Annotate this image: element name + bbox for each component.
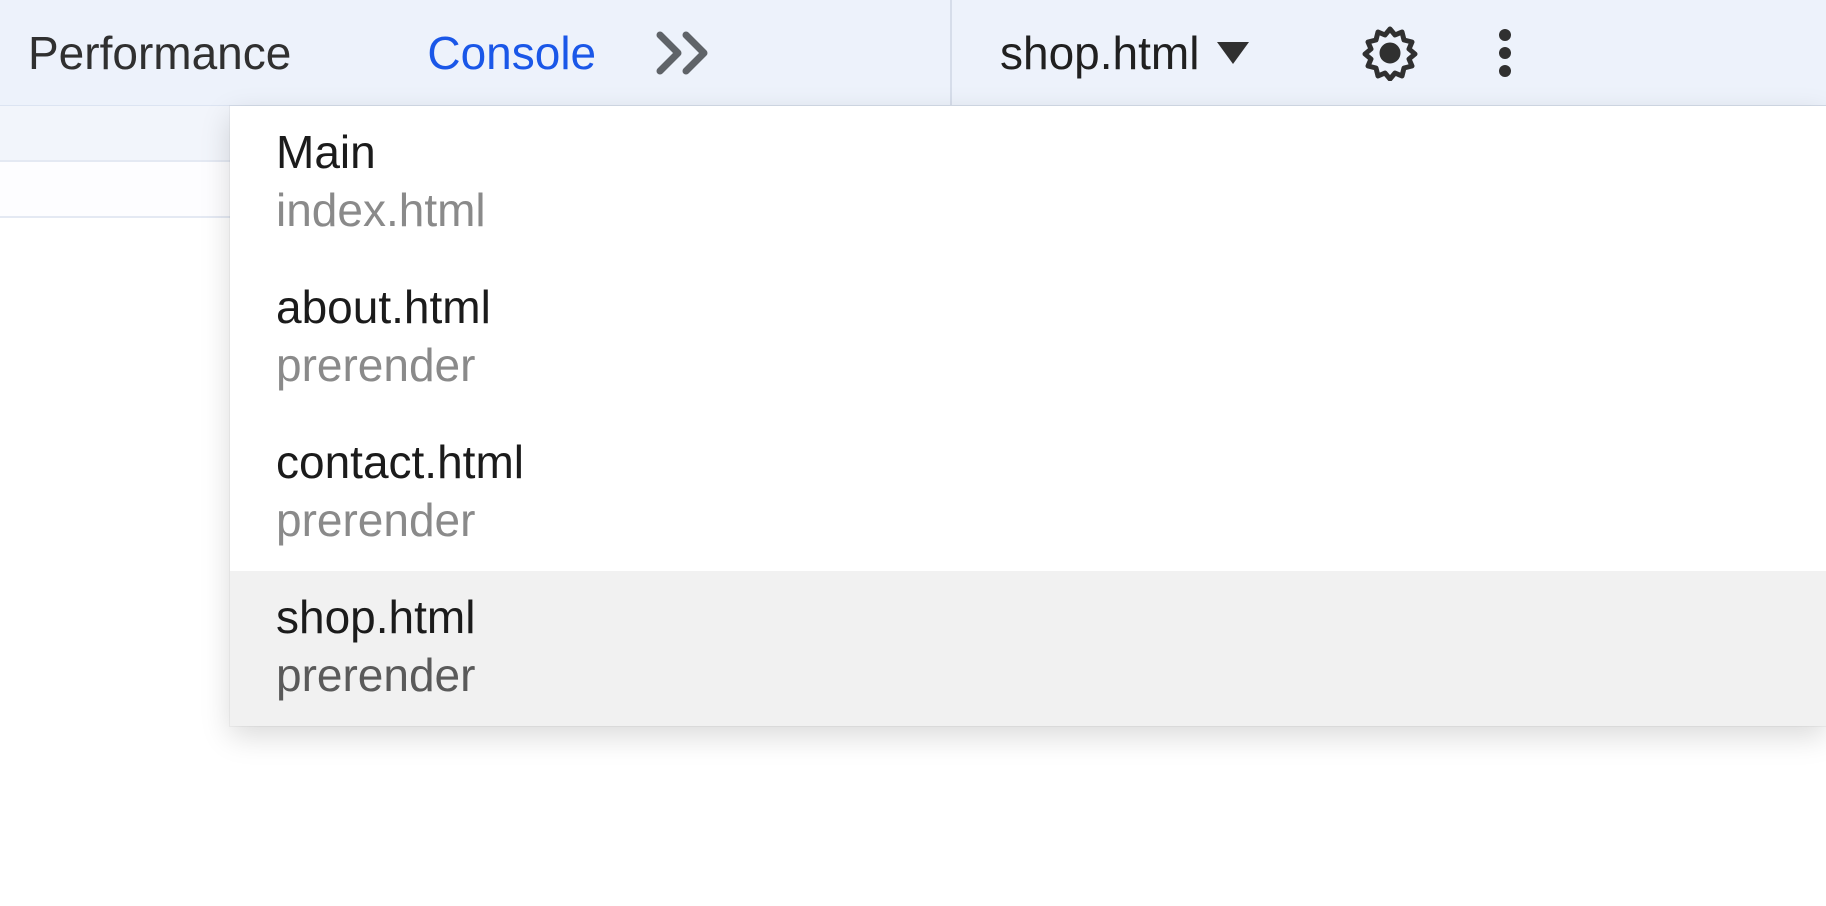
target-option-subtitle: prerender (276, 647, 1780, 705)
panel-row (0, 162, 230, 218)
target-option-subtitle: index.html (276, 182, 1780, 240)
toolbar-divider (950, 0, 952, 105)
target-selector[interactable]: shop.html (1000, 0, 1249, 105)
gear-icon (1362, 25, 1418, 81)
target-option-title: shop.html (276, 589, 1780, 647)
target-option-contact[interactable]: contact.html prerender (230, 416, 1826, 571)
caret-down-icon (1217, 42, 1249, 64)
target-option-title: contact.html (276, 434, 1780, 492)
chevron-double-right-icon (654, 29, 718, 77)
devtools-toolbar: Performance Console shop.html (0, 0, 1826, 106)
more-tabs-button[interactable] (654, 0, 718, 105)
tab-performance-label: Performance (28, 26, 291, 80)
target-dropdown: Main index.html about.html prerender con… (230, 106, 1826, 726)
target-option-title: Main (276, 124, 1780, 182)
settings-button[interactable] (1350, 0, 1430, 105)
panel-row (0, 106, 230, 162)
target-option-main[interactable]: Main index.html (230, 106, 1826, 261)
tab-console-label: Console (427, 26, 596, 80)
target-option-shop[interactable]: shop.html prerender (230, 571, 1826, 726)
target-option-about[interactable]: about.html prerender (230, 261, 1826, 416)
target-selector-label: shop.html (1000, 26, 1199, 80)
target-option-subtitle: prerender (276, 492, 1780, 550)
tab-console[interactable]: Console (399, 0, 624, 105)
tab-performance[interactable]: Performance (0, 0, 319, 105)
target-option-subtitle: prerender (276, 337, 1780, 395)
kebab-menu-icon (1497, 25, 1513, 81)
more-options-button[interactable] (1470, 0, 1540, 105)
target-option-title: about.html (276, 279, 1780, 337)
